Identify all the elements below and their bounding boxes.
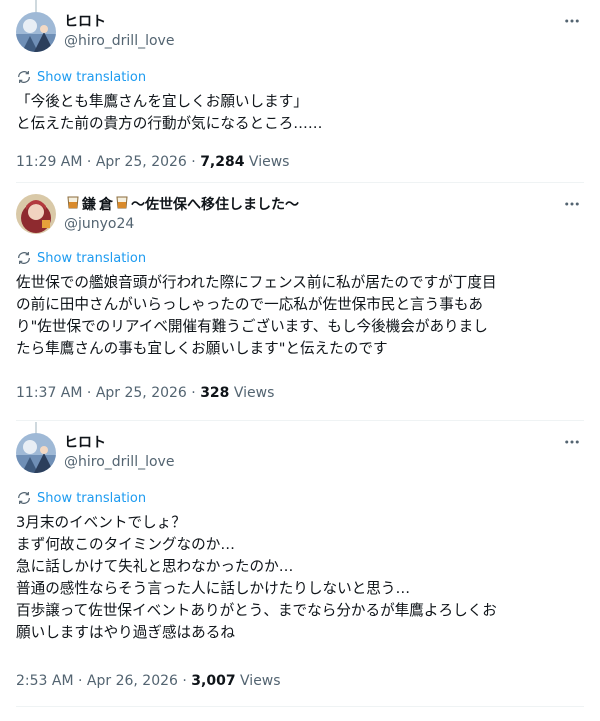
show-translation-label: Show translation [37,490,147,506]
more-options-button[interactable] [562,432,582,452]
translate-icon [18,492,30,504]
post-text-line: 百歩譲って佐世保イベントありがとう、までなら分かるが隼鷹よろしくお [16,602,497,619]
post-text-line: まず何故このタイミングなのか… [16,536,235,553]
post-time[interactable]: 11:37 AM [16,385,82,401]
display-name-part[interactable]: 鎌 [82,194,96,214]
post-text-line: り"佐世保でのリアイベ開催有難うございます、もし今後機会がありまし [16,318,488,335]
meta-separator: · [73,673,87,689]
show-translation-label: Show translation [37,69,147,85]
author-handle[interactable]: @junyo24 [64,216,134,232]
display-name-part[interactable]: 〜佐世保へ移住しました〜 [131,194,299,214]
meta-separator: · [186,385,201,401]
post-divider [16,706,584,707]
meta-separator: · [186,154,201,170]
translate-icon [18,71,30,83]
meta-separator: · [82,154,96,170]
avatar[interactable] [16,433,56,473]
post[interactable]: ヒロト @hiro_drill_love Show translation 「今… [0,0,600,180]
avatar[interactable] [16,194,56,234]
post-text-line: 3月末のイベントでしょ？ [16,514,186,531]
post-date[interactable]: Apr 25, 2026 [96,385,187,401]
post[interactable]: ヒロト @hiro_drill_love Show translation 3月… [0,421,600,721]
display-name[interactable]: ヒロト [64,11,106,31]
more-options-button[interactable] [562,194,582,214]
author-name-line: 鎌 倉 〜佐世保へ移住しました〜 [64,194,299,214]
post-text: 3月末のイベントでしょ？ まず何故このタイミングなのか… 急に話しかけて失礼と思… [16,512,586,644]
post-text-line: たら隼鷹さんの事も宜しくお願いします"と伝えたのです [16,340,388,357]
meta-separator: · [177,673,192,689]
post-text-line: の前に田中さんがいらっしゃったので一応私が佐世保市民と言う事もあ [16,296,484,313]
show-translation-link[interactable]: Show translation [16,250,146,266]
views-count: 328 [200,385,230,401]
views-label: Views [235,673,281,689]
show-translation-link[interactable]: Show translation [16,490,146,506]
display-name[interactable]: ヒロト [64,432,106,452]
whisky-glass-emoji [115,195,129,213]
post-meta: 2:53 AM · Apr 26, 2026 · 3,007 Views [16,673,281,689]
post-time[interactable]: 11:29 AM [16,154,82,170]
post-time[interactable]: 2:53 AM [16,673,74,689]
views-label: Views [244,154,290,170]
more-horizontal-icon [565,202,579,206]
more-options-button[interactable] [562,11,582,31]
post-text-line: 願いしますはやり過ぎ感はあるね [16,624,235,641]
post-text-line: 「今後とも隼鷹さんを宜しくお願いします」 [16,93,308,110]
post-meta: 11:29 AM · Apr 25, 2026 · 7,284 Views [16,154,289,170]
post-text-line: 普通の感性ならそう言った人に話しかけたりしないと思う… [16,580,411,597]
author-name-line: ヒロト [64,11,106,31]
avatar[interactable] [16,12,56,52]
views-count: 3,007 [191,673,236,689]
post-date[interactable]: Apr 26, 2026 [87,673,178,689]
show-translation-link[interactable]: Show translation [16,69,146,85]
show-translation-label: Show translation [37,250,147,266]
post-text-line: 急に話しかけて失礼と思わなかったのか… [16,558,294,575]
author-name-line: ヒロト [64,432,106,452]
post[interactable]: 鎌 倉 〜佐世保へ移住しました〜 @junyo24 Show translati… [0,183,600,420]
more-horizontal-icon [565,19,579,23]
author-handle[interactable]: @hiro_drill_love [64,33,174,49]
post-text-line: と伝えた前の貴方の行動が気になるところ…… [16,115,323,132]
meta-separator: · [82,385,96,401]
views-label: Views [229,385,275,401]
post-date[interactable]: Apr 25, 2026 [96,154,187,170]
translate-icon [18,252,30,264]
post-text: 「今後とも隼鷹さんを宜しくお願いします」 と伝えた前の貴方の行動が気になるところ… [16,91,586,135]
post-text: 佐世保での艦娘音頭が行われた際にフェンス前に私が居たのですが丁度目 の前に田中さ… [16,272,586,360]
whisky-glass-emoji [66,195,80,213]
more-horizontal-icon [565,440,579,444]
post-text-line: 佐世保での艦娘音頭が行われた際にフェンス前に私が居たのですが丁度目 [16,274,497,291]
views-count: 7,284 [200,154,245,170]
display-name-part[interactable]: 倉 [99,194,113,214]
author-handle[interactable]: @hiro_drill_love [64,454,174,470]
post-meta: 11:37 AM · Apr 25, 2026 · 328 Views [16,385,274,401]
